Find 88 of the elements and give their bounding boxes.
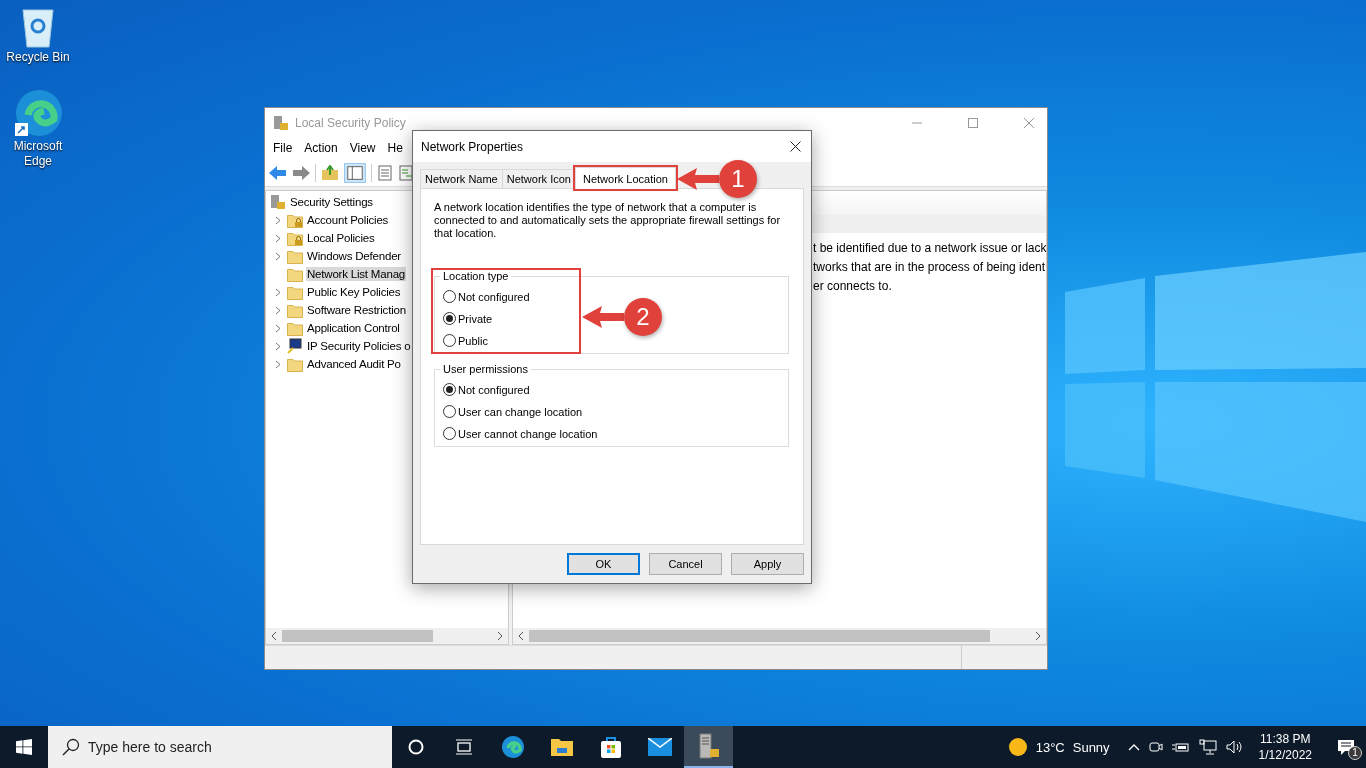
menu-item[interactable]: Action <box>298 139 344 157</box>
radio-button[interactable] <box>443 405 456 418</box>
recycle-bin-icon[interactable] <box>21 6 55 48</box>
folder-icon <box>287 284 303 300</box>
server-icon <box>697 733 720 759</box>
radio-button[interactable] <box>443 427 456 440</box>
description-text: t be identified due to a network issue or lack <box>813 241 1046 256</box>
tree-item[interactable]: Windows Defender <box>306 249 402 263</box>
tree-item[interactable]: Application Control <box>306 321 401 335</box>
tree-pane-icon[interactable] <box>344 162 366 183</box>
callout-arrow-icon <box>677 166 719 192</box>
radio-label[interactable]: Private <box>458 312 493 325</box>
folder-icon <box>287 248 303 264</box>
cortana-icon[interactable] <box>408 739 424 755</box>
radio-label[interactable]: Public <box>458 334 488 347</box>
folder-icon <box>287 266 303 282</box>
dialog-button[interactable]: Apply <box>731 553 804 575</box>
radio-label[interactable]: User cannot change location <box>458 427 598 440</box>
export-list-icon[interactable] <box>398 164 414 181</box>
network-icon[interactable] <box>1198 739 1217 755</box>
radio-button[interactable] <box>443 312 456 325</box>
folder-icon <box>287 302 303 318</box>
folder-icon <box>287 320 303 336</box>
callout-arrow-icon <box>582 304 624 330</box>
locked-folder-icon <box>287 230 303 246</box>
search-icon <box>62 738 80 756</box>
folder-up-icon[interactable] <box>321 164 339 181</box>
group-label: User permissions <box>440 363 531 376</box>
close-icon[interactable] <box>790 141 801 152</box>
tree-item[interactable]: Security Settings <box>289 195 374 209</box>
radio-button[interactable] <box>443 383 456 396</box>
mail-icon <box>647 738 672 756</box>
forward-arrow-icon[interactable] <box>292 165 310 180</box>
tree-item[interactable]: Advanced Audit Po <box>306 357 402 371</box>
weather-condition[interactable]: Sunny <box>1072 739 1110 755</box>
edge-icon <box>500 735 525 759</box>
camera-icon[interactable] <box>1148 739 1163 755</box>
computer-icon <box>287 338 303 354</box>
desktop-icon-label[interactable]: Microsoft Edge <box>6 139 70 169</box>
folder-icon <box>549 737 574 757</box>
scroll-right-icon[interactable] <box>496 632 504 640</box>
search-field[interactable]: Type here to search <box>48 726 392 768</box>
description-text: A network location identifies the type of network that a computer is connected to and automatically sets the appropriate firewall settings for that location. <box>434 201 782 240</box>
scroll-left-icon[interactable] <box>517 632 525 640</box>
tree-item[interactable]: Local Policies <box>306 231 376 245</box>
tree-item[interactable]: Account Policies <box>306 213 390 227</box>
maximize-icon[interactable] <box>967 116 979 129</box>
locked-folder-icon <box>287 212 303 228</box>
security-policy-icon <box>273 114 289 131</box>
radio-button[interactable] <box>443 334 456 347</box>
radio-label[interactable]: User can change location <box>458 405 583 418</box>
menu-item[interactable]: He <box>381 139 409 157</box>
horizontal-scrollbar[interactable] <box>513 628 1046 644</box>
notification-count-badge: 1 <box>1348 745 1362 760</box>
speaker-icon[interactable] <box>1225 739 1244 755</box>
horizontal-scrollbar[interactable] <box>266 628 508 644</box>
scroll-right-icon[interactable] <box>1034 632 1042 640</box>
tree-item[interactable]: Software Restriction <box>306 303 407 317</box>
dialog-button[interactable]: Cancel <box>649 553 722 575</box>
window-title: Local Security Policy <box>295 115 406 130</box>
windows-icon <box>16 739 32 755</box>
folder-icon <box>287 356 303 372</box>
scroll-left-icon[interactable] <box>270 632 278 640</box>
back-arrow-icon[interactable] <box>269 165 287 180</box>
tree-item[interactable]: Public Key Policies <box>306 285 402 299</box>
dialog-button[interactable]: OK <box>567 553 640 575</box>
tab[interactable]: Network Name <box>420 169 503 188</box>
weather-temperature[interactable]: 13°C <box>1035 739 1065 755</box>
security-settings-icon <box>270 194 286 210</box>
radio-label[interactable]: Not configured <box>458 290 530 303</box>
edge-icon[interactable] <box>14 89 62 137</box>
chevron-up-icon[interactable] <box>1127 743 1140 751</box>
radio-label[interactable]: Not configured <box>458 383 530 396</box>
battery-icon[interactable] <box>1171 741 1190 753</box>
clock-time[interactable]: 11:38 PM <box>1260 731 1311 747</box>
clock-date[interactable]: 1/12/2022 <box>1258 747 1312 763</box>
menu-item[interactable]: File <box>267 139 299 157</box>
sun-icon[interactable] <box>1007 737 1028 757</box>
tree-item[interactable]: IP Security Policies o <box>306 339 412 353</box>
description-text: er connects to. <box>813 279 893 294</box>
shopping-bag-icon <box>599 735 622 759</box>
tab[interactable]: Network Location <box>574 167 676 189</box>
radio-button[interactable] <box>443 290 456 303</box>
task-view-icon[interactable] <box>455 739 473 755</box>
dialog-title: Network Properties <box>421 139 524 154</box>
desktop-icon-label[interactable]: Recycle Bin <box>6 50 70 65</box>
tree-item[interactable]: Network List Manag <box>306 267 407 281</box>
menu-item[interactable]: View <box>343 139 382 157</box>
